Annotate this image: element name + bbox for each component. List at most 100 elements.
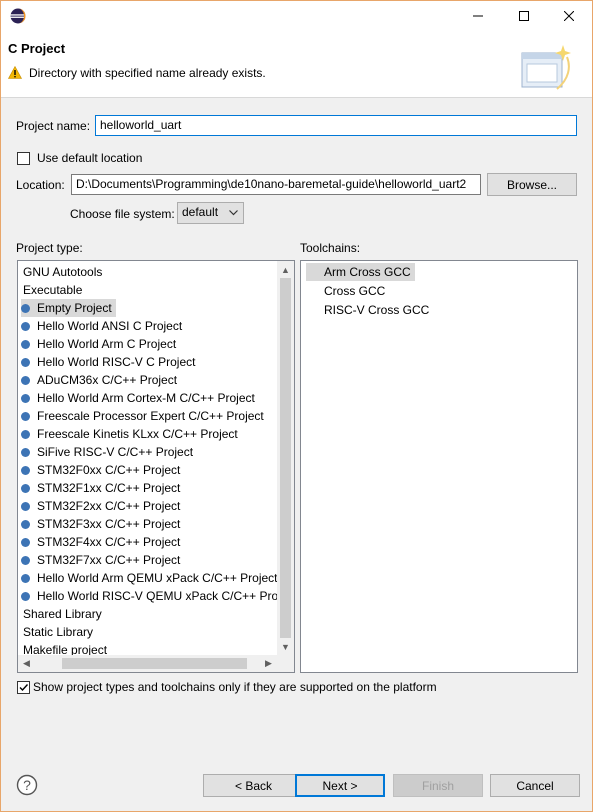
project-type-item[interactable]: Hello World RISC-V C Project bbox=[21, 353, 195, 371]
project-template-icon bbox=[21, 358, 30, 367]
wizard-image-icon bbox=[521, 45, 571, 90]
file-system-label: Choose file system: bbox=[70, 207, 175, 221]
project-type-item[interactable]: Executable bbox=[23, 281, 82, 299]
project-type-item[interactable]: Hello World ANSI C Project bbox=[21, 317, 182, 335]
project-template-icon bbox=[21, 304, 30, 313]
page-title: C Project bbox=[8, 41, 66, 56]
project-name-label: Project name: bbox=[16, 119, 91, 133]
project-type-item[interactable]: Hello World Arm C Project bbox=[21, 335, 176, 353]
question-icon: ? bbox=[23, 777, 31, 793]
banner-message: Directory with specified name already ex… bbox=[29, 66, 266, 80]
project-type-item[interactable]: STM32F2xx C/C++ Project bbox=[21, 497, 180, 515]
project-type-item-label: STM32F3xx C/C++ Project bbox=[37, 517, 181, 531]
close-button[interactable] bbox=[546, 1, 592, 31]
project-type-item-label: Freescale Kinetis KLxx C/C++ Project bbox=[37, 427, 238, 441]
filter-supported-label[interactable]: Show project types and toolchains only i… bbox=[33, 680, 437, 694]
project-type-item-label: STM32F4xx C/C++ Project bbox=[37, 535, 181, 549]
project-template-icon bbox=[21, 538, 30, 547]
project-type-item[interactable]: Freescale Processor Expert C/C++ Project bbox=[21, 407, 264, 425]
minimize-icon bbox=[473, 15, 483, 17]
project-type-item[interactable]: Hello World RISC-V QEMU xPack C/C++ Proj bbox=[21, 587, 281, 605]
project-type-item-label: STM32F2xx C/C++ Project bbox=[37, 499, 181, 513]
project-type-item[interactable]: Hello World Arm QEMU xPack C/C++ Project bbox=[21, 569, 278, 587]
project-template-icon bbox=[21, 466, 30, 475]
close-icon bbox=[564, 11, 574, 21]
toolchain-item-label: Cross GCC bbox=[324, 284, 386, 298]
project-template-icon bbox=[21, 520, 30, 529]
use-default-location-label[interactable]: Use default location bbox=[37, 151, 142, 165]
project-name-input[interactable]: helloworld_uart bbox=[95, 115, 577, 136]
project-type-item[interactable]: SiFive RISC-V C/C++ Project bbox=[21, 443, 193, 461]
project-type-item-label: Executable bbox=[23, 283, 83, 297]
horizontal-scroll-thumb[interactable] bbox=[62, 658, 247, 669]
use-default-location-checkbox[interactable] bbox=[17, 152, 30, 165]
minimize-button[interactable] bbox=[455, 1, 501, 31]
project-type-item[interactable]: STM32F7xx C/C++ Project bbox=[21, 551, 180, 569]
project-template-icon bbox=[21, 484, 30, 493]
project-type-item[interactable]: Freescale Kinetis KLxx C/C++ Project bbox=[21, 425, 238, 443]
project-type-item[interactable]: STM32F3xx C/C++ Project bbox=[21, 515, 180, 533]
project-type-item[interactable]: STM32F0xx C/C++ Project bbox=[21, 461, 180, 479]
title-bar[interactable] bbox=[1, 1, 592, 31]
project-type-item-label: Static Library bbox=[23, 625, 94, 639]
project-type-label: Project type: bbox=[16, 241, 83, 255]
project-type-item-label: Hello World ANSI C Project bbox=[37, 319, 183, 333]
scroll-right-icon[interactable]: ▶ bbox=[260, 655, 277, 672]
project-type-item[interactable]: STM32F1xx C/C++ Project bbox=[21, 479, 180, 497]
scrollbar-corner bbox=[277, 655, 294, 672]
project-type-vertical-scrollbar[interactable]: ▲ ▼ bbox=[277, 261, 294, 655]
project-type-item[interactable]: STM32F4xx C/C++ Project bbox=[21, 533, 180, 551]
toolchains-list[interactable]: Arm Cross GCC Cross GCC RISC-V Cross GCC bbox=[300, 260, 578, 673]
project-template-icon bbox=[21, 448, 30, 457]
project-template-icon bbox=[21, 502, 30, 511]
next-button[interactable]: Next > bbox=[295, 774, 385, 797]
project-template-icon bbox=[21, 592, 30, 601]
project-template-icon bbox=[21, 340, 30, 349]
project-type-item-label: SiFive RISC-V C/C++ Project bbox=[37, 445, 194, 459]
toolchain-item[interactable]: RISC-V Cross GCC bbox=[306, 301, 433, 319]
file-system-select[interactable]: default bbox=[177, 202, 244, 224]
project-type-item-label: STM32F1xx C/C++ Project bbox=[37, 481, 181, 495]
project-type-item[interactable]: GNU Autotools bbox=[23, 263, 102, 281]
help-button[interactable]: ? bbox=[16, 774, 38, 796]
project-type-item-label: Hello World Arm Cortex-M C/C++ Project bbox=[37, 391, 255, 405]
project-type-item-label: ADuCM36x C/C++ Project bbox=[37, 373, 178, 387]
toolchain-item-label: Arm Cross GCC bbox=[324, 265, 411, 279]
project-type-item[interactable]: Empty Project bbox=[21, 299, 116, 317]
project-type-item-label: Hello World RISC-V QEMU xPack C/C++ Proj bbox=[37, 589, 281, 603]
project-type-item-label: STM32F0xx C/C++ Project bbox=[37, 463, 181, 477]
project-template-icon bbox=[21, 394, 30, 403]
finish-button[interactable]: Finish bbox=[393, 774, 483, 797]
toolchain-item-label: RISC-V Cross GCC bbox=[324, 303, 430, 317]
chevron-down-icon bbox=[229, 210, 238, 216]
project-template-icon bbox=[21, 322, 30, 331]
vertical-scroll-thumb[interactable] bbox=[280, 278, 291, 638]
checkmark-icon bbox=[19, 684, 29, 692]
scroll-left-icon[interactable]: ◀ bbox=[18, 655, 35, 672]
project-type-item[interactable]: Hello World Arm Cortex-M C/C++ Project bbox=[21, 389, 255, 407]
maximize-button[interactable] bbox=[501, 1, 547, 31]
project-type-list[interactable]: GNU Autotools Executable Empty Project Hell… bbox=[17, 260, 295, 673]
back-button[interactable]: < Back bbox=[203, 774, 304, 797]
toolchains-label: Toolchains: bbox=[300, 241, 361, 255]
project-type-item[interactable]: Static Library bbox=[23, 623, 93, 641]
project-type-item-label: Hello World Arm QEMU xPack C/C++ Project bbox=[37, 571, 278, 585]
project-type-item-label: Freescale Processor Expert C/C++ Project bbox=[37, 409, 264, 423]
wizard-window: C Project Directory with specified name … bbox=[0, 0, 593, 812]
toolchain-item[interactable]: Arm Cross GCC bbox=[306, 263, 415, 281]
cancel-button[interactable]: Cancel bbox=[490, 774, 580, 797]
browse-button[interactable]: Browse... bbox=[487, 173, 577, 196]
filter-supported-checkbox[interactable] bbox=[17, 681, 30, 694]
project-type-item[interactable]: Shared Library bbox=[23, 605, 102, 623]
scroll-down-icon[interactable]: ▼ bbox=[277, 638, 294, 655]
scroll-up-icon[interactable]: ▲ bbox=[277, 261, 294, 278]
project-type-horizontal-scrollbar[interactable]: ◀ ▶ bbox=[18, 655, 277, 672]
location-label: Location: bbox=[16, 178, 65, 192]
project-type-item-label: Shared Library bbox=[23, 607, 102, 621]
warning-icon bbox=[8, 66, 22, 79]
project-type-item[interactable]: ADuCM36x C/C++ Project bbox=[21, 371, 177, 389]
location-input[interactable]: D:\Documents\Programming\de10nano-bareme… bbox=[71, 174, 481, 195]
project-type-item-label: Hello World Arm C Project bbox=[37, 337, 177, 351]
toolchain-item[interactable]: Cross GCC bbox=[306, 282, 389, 300]
project-template-icon bbox=[21, 412, 30, 421]
